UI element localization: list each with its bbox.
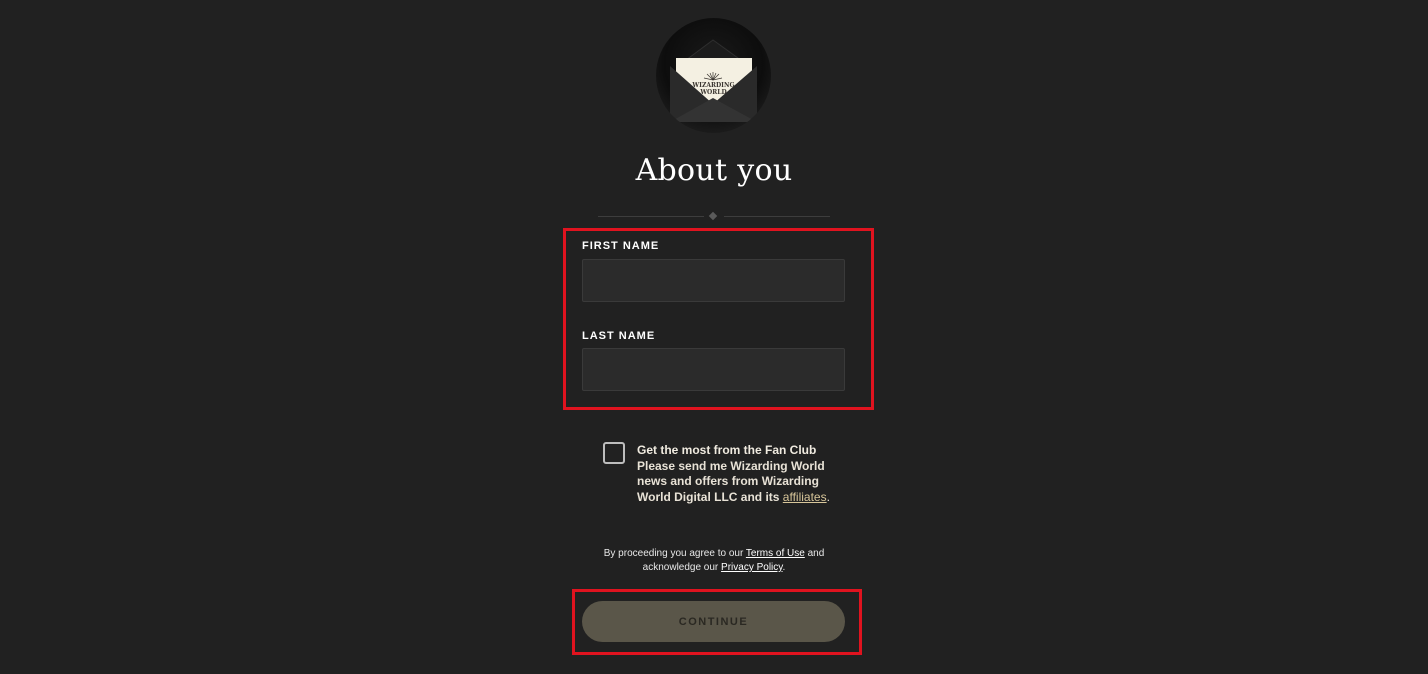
wizarding-world-envelope-avatar: WIZARDING WORLD bbox=[656, 18, 771, 133]
logo-text-world: WORLD bbox=[700, 89, 727, 96]
envelope-icon bbox=[670, 39, 757, 122]
ornamental-divider bbox=[598, 211, 830, 222]
page-title: About you bbox=[635, 153, 793, 188]
legal-prefix: By proceeding you agree to our bbox=[603, 548, 744, 559]
first-name-label: FIRST NAME bbox=[582, 240, 660, 252]
affiliates-link[interactable]: affiliates bbox=[783, 490, 827, 504]
logo-text-wizarding: WIZARDING bbox=[692, 82, 735, 89]
optin-suffix: . bbox=[826, 489, 830, 504]
terms-of-use-link[interactable]: Terms of Use bbox=[746, 548, 805, 559]
last-name-input[interactable] bbox=[582, 348, 845, 391]
legal-suffix: . bbox=[782, 562, 786, 573]
diamond-icon bbox=[708, 211, 718, 221]
privacy-policy-link[interactable]: Privacy Policy bbox=[721, 562, 783, 573]
about-you-page: WIZARDING WORLD About you FIRST NAME LAS… bbox=[0, 0, 1428, 674]
legal-line2-prefix: acknowledge our bbox=[642, 562, 719, 573]
continue-button[interactable]: CONTINUE bbox=[582, 601, 845, 642]
optin-text: Get the most from the Fan Club Please se… bbox=[637, 443, 837, 505]
first-name-input[interactable] bbox=[582, 259, 845, 302]
divider-line-right bbox=[724, 216, 830, 217]
optin-heading: Get the most from the Fan Club bbox=[637, 443, 817, 457]
last-name-label: LAST NAME bbox=[582, 330, 656, 342]
optin-checkbox[interactable] bbox=[603, 442, 625, 464]
divider-line-left bbox=[598, 216, 704, 217]
legal-middle: and bbox=[807, 548, 825, 559]
legal-notice: By proceeding you agree to our Terms of … bbox=[0, 547, 1428, 575]
